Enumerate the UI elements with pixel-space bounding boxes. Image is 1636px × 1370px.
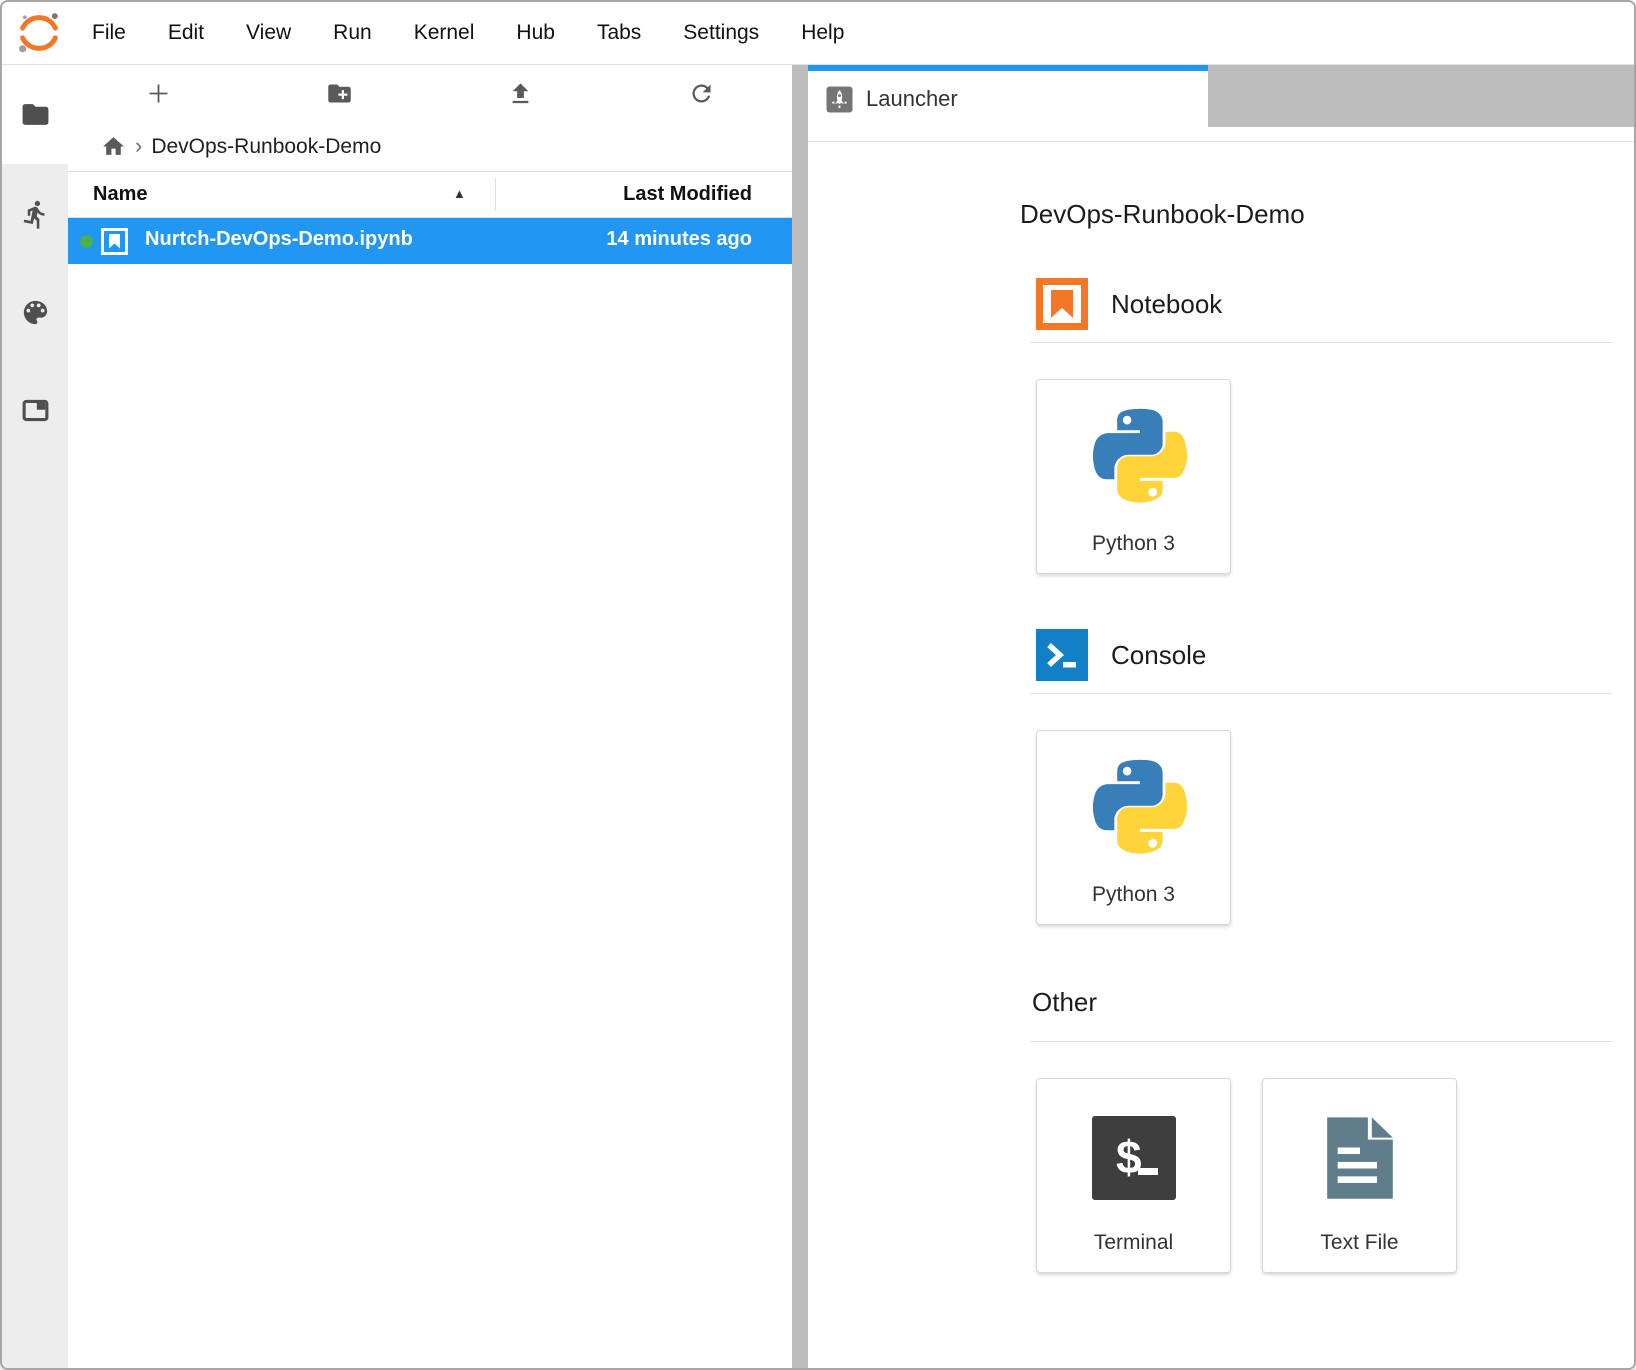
card-label-terminal: Terminal <box>1094 1231 1173 1272</box>
launcher-section-notebook: Notebook <box>1036 278 1634 330</box>
menu-settings[interactable]: Settings <box>662 7 780 59</box>
console-icon <box>1036 629 1088 681</box>
file-name: Nurtch-DevOps-Demo.ipynb <box>145 228 413 251</box>
menu-run[interactable]: Run <box>312 7 393 59</box>
launcher-panel: DevOps-Runbook-Demo Notebook <box>808 143 1634 1368</box>
breadcrumb-separator: › <box>135 133 142 159</box>
section-label-notebook: Notebook <box>1111 289 1222 320</box>
section-label-console: Console <box>1111 640 1206 671</box>
main-dock-panel: Launcher DevOps-Runbook-Demo Notebook <box>808 65 1634 1368</box>
launcher-card-terminal[interactable]: $ Terminal <box>1036 1078 1231 1273</box>
jupyterlab-window: File Edit View Run Kernel Hub Tabs Setti… <box>0 0 1636 1370</box>
breadcrumb-current-directory[interactable]: DevOps-Runbook-Demo <box>151 135 381 159</box>
section-divider <box>1030 693 1612 694</box>
column-header-last-modified[interactable]: Last Modified <box>623 183 752 206</box>
file-last-modified: 14 minutes ago <box>606 228 752 251</box>
tab-launcher-label: Launcher <box>866 86 958 112</box>
launcher-rocket-icon <box>826 86 853 113</box>
new-folder-icon <box>326 80 353 107</box>
file-browser-panel: › DevOps-Runbook-Demo Name ▲ Last Modifi… <box>68 65 792 1368</box>
python-logo-icon <box>1081 758 1187 862</box>
plus-icon <box>145 80 172 107</box>
new-folder-button[interactable] <box>249 80 430 107</box>
file-row-selected[interactable]: Nurtch-DevOps-Demo.ipynb 14 minutes ago <box>68 218 792 264</box>
menu-items: File Edit View Run Kernel Hub Tabs Setti… <box>71 7 865 59</box>
launcher-card-notebook-python3[interactable]: Python 3 <box>1036 379 1231 574</box>
open-tabs-icon <box>20 395 51 426</box>
menu-kernel[interactable]: Kernel <box>393 7 496 59</box>
sidebar-tab-open-tabs[interactable] <box>2 361 68 460</box>
notebook-icon <box>1036 278 1088 330</box>
folder-icon <box>20 99 51 130</box>
menu-hub[interactable]: Hub <box>495 7 576 59</box>
menu-help[interactable]: Help <box>780 7 865 59</box>
new-launcher-button[interactable] <box>68 80 249 107</box>
launcher-card-console-python3[interactable]: Python 3 <box>1036 730 1231 925</box>
commands-palette-icon <box>20 297 51 328</box>
section-divider <box>1030 342 1612 343</box>
dock-tab-bar: Launcher <box>808 65 1634 127</box>
menu-file[interactable]: File <box>71 7 147 59</box>
file-list-header: Name ▲ Last Modified <box>68 171 792 218</box>
file-browser-toolbar <box>68 65 792 122</box>
running-sessions-icon <box>20 199 51 230</box>
kernel-running-dot <box>80 235 93 248</box>
dock-panel-gap <box>808 127 1634 142</box>
jupyter-logo-icon <box>15 9 63 57</box>
home-icon[interactable] <box>101 134 126 159</box>
breadcrumb: › DevOps-Runbook-Demo <box>68 122 792 171</box>
sidebar-tab-filebrowser[interactable] <box>2 65 68 164</box>
panel-splitter[interactable] <box>792 65 808 1368</box>
section-label-other: Other <box>1032 987 1097 1018</box>
menu-view[interactable]: View <box>225 7 312 59</box>
sidebar-tab-commands[interactable] <box>2 263 68 362</box>
card-label-python3: Python 3 <box>1092 532 1175 573</box>
sidebar-tab-running-sessions[interactable] <box>2 165 68 264</box>
menu-edit[interactable]: Edit <box>147 7 225 59</box>
column-header-name[interactable]: Name <box>93 183 147 206</box>
tab-launcher[interactable]: Launcher <box>808 65 1208 127</box>
card-label-text-file: Text File <box>1320 1231 1398 1272</box>
launcher-section-console: Console <box>1036 629 1634 681</box>
sort-ascending-icon[interactable]: ▲ <box>453 186 466 201</box>
upload-icon <box>507 80 534 107</box>
notebook-file-icon <box>101 228 128 255</box>
launcher-section-other: Other <box>1032 987 1634 1018</box>
text-file-icon <box>1322 1116 1398 1200</box>
menu-bar: File Edit View Run Kernel Hub Tabs Setti… <box>2 2 1634 65</box>
menu-tabs[interactable]: Tabs <box>576 7 662 59</box>
refresh-button[interactable] <box>611 80 792 107</box>
card-label-python3: Python 3 <box>1092 883 1175 924</box>
python-logo-icon <box>1081 407 1187 511</box>
left-sidebar <box>2 65 68 1368</box>
svg-text:$: $ <box>1116 1131 1142 1183</box>
upload-button[interactable] <box>430 80 611 107</box>
launcher-current-directory: DevOps-Runbook-Demo <box>1020 199 1634 230</box>
launcher-card-text-file[interactable]: Text File <box>1262 1078 1457 1273</box>
refresh-icon <box>688 80 715 107</box>
section-divider <box>1030 1041 1612 1042</box>
column-divider <box>495 178 496 211</box>
terminal-icon: $ <box>1092 1116 1176 1200</box>
